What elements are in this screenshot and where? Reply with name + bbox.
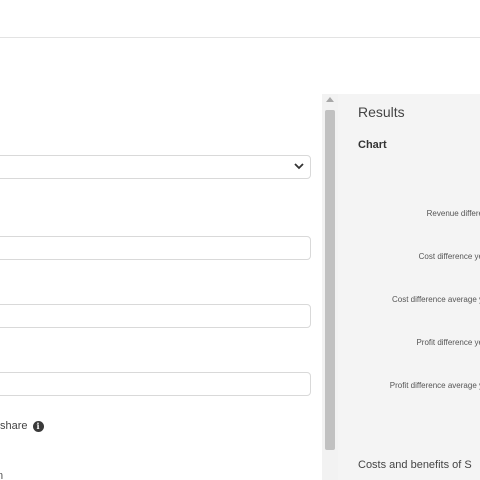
info-icon[interactable]: i <box>32 420 44 432</box>
input-field-2[interactable] <box>0 304 311 328</box>
vertical-scrollbar[interactable] <box>322 94 338 480</box>
input-field-1[interactable] <box>0 236 311 260</box>
partial-field-label: n <box>0 470 4 480</box>
results-panel: Results Chart Revenue differe Cost diffe… <box>338 94 480 480</box>
chart-label-cost-difference-year: Cost difference ye <box>418 252 480 261</box>
chart-label-revenue-difference: Revenue differe <box>426 209 480 218</box>
page: share i n Results Chart Revenue differe … <box>0 0 480 480</box>
select-dropdown[interactable] <box>0 155 311 179</box>
chart-label-cost-difference-average: Cost difference average y <box>391 295 480 304</box>
form-panel <box>0 94 322 480</box>
share-label: share <box>0 420 28 432</box>
share-label-row: share i <box>0 418 44 434</box>
chart-label-profit-difference-average: Profit difference average y <box>389 381 480 390</box>
chevron-down-icon <box>294 163 304 170</box>
chart-label-profit-difference-year: Profit difference ye <box>416 338 480 347</box>
scroll-up-arrow-icon[interactable] <box>326 97 334 102</box>
costs-benefits-heading: Costs and benefits of S <box>358 459 472 471</box>
header-divider <box>0 37 480 38</box>
input-field-3[interactable] <box>0 372 311 396</box>
scrollbar-thumb[interactable] <box>325 110 335 450</box>
chart-area: Revenue differe Cost difference ye Cost … <box>338 94 480 480</box>
